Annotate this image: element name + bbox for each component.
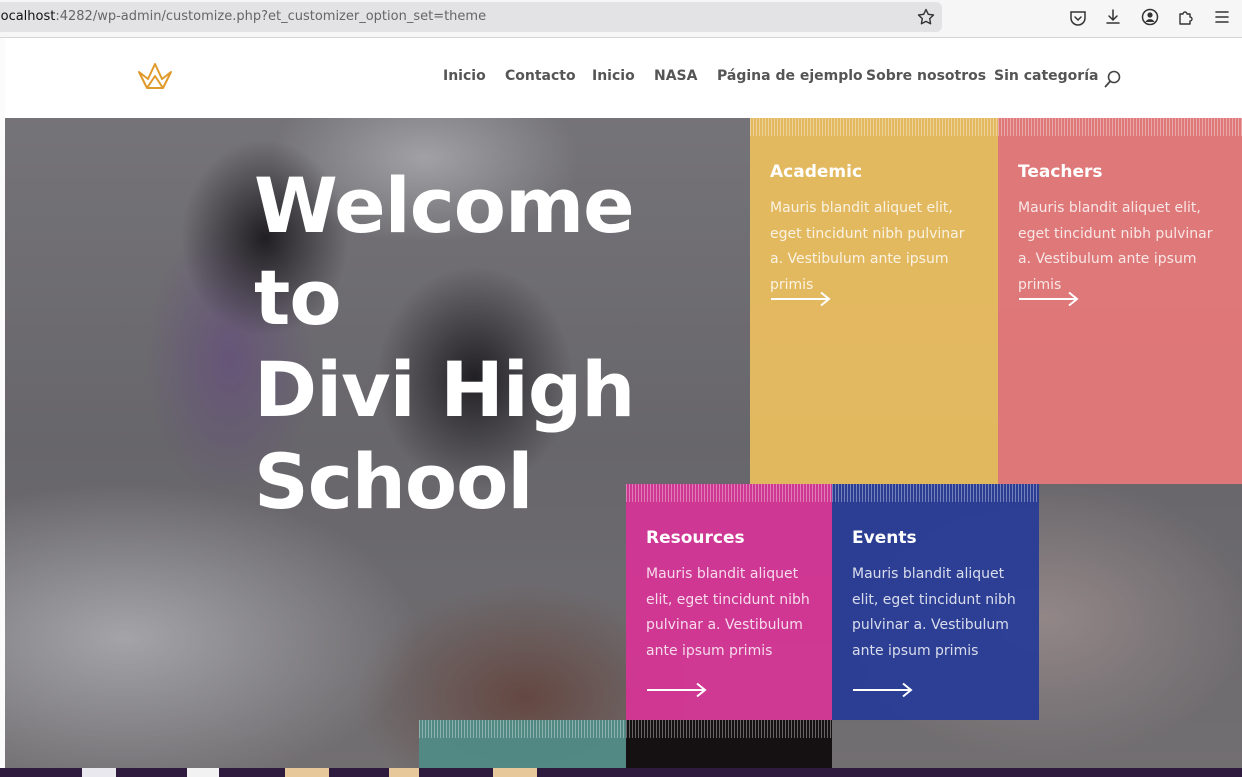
- card-title: Events: [852, 528, 917, 548]
- hero-title-line-2: Divi High: [254, 345, 635, 434]
- taskbar-thumbnail[interactable]: [82, 768, 116, 777]
- card-text: Mauris blandit aliquet elit, eget tincid…: [1018, 200, 1213, 293]
- crown-logo[interactable]: [137, 60, 173, 94]
- hero-section: Welcome to Divi High School Academic Mau…: [5, 118, 1242, 768]
- url-path: :4282/wp-admin/customize.php?et_customiz…: [55, 9, 487, 24]
- card-teachers[interactable]: Teachers Mauris blandit aliquet elit, eg…: [998, 118, 1242, 484]
- url-text: localhost:4282/wp-admin/customize.php?et…: [0, 2, 486, 32]
- star-icon[interactable]: [916, 7, 936, 27]
- menu-icon[interactable]: [1212, 7, 1232, 27]
- nav-item-inicio[interactable]: Inicio: [443, 68, 486, 84]
- arrow-right-icon[interactable]: [770, 291, 832, 307]
- arrow-right-icon[interactable]: [646, 682, 708, 698]
- url-host: localhost: [0, 9, 56, 24]
- pocket-icon[interactable]: [1068, 8, 1088, 28]
- nav-item-sobre-nosotros[interactable]: Sobre nosotros: [866, 68, 986, 84]
- taskbar-thumbnail[interactable]: [493, 768, 537, 777]
- hero-title: Welcome to Divi High School: [254, 160, 734, 528]
- site-header: Inicio Contacto Inicio NASA Página de ej…: [5, 38, 1242, 118]
- card-academic[interactable]: Academic Mauris blandit aliquet elit, eg…: [750, 118, 998, 484]
- search-icon[interactable]: [1103, 69, 1123, 89]
- hero-title-line-1: Welcome to: [254, 161, 635, 342]
- download-icon[interactable]: [1103, 7, 1123, 27]
- account-icon[interactable]: [1140, 7, 1160, 27]
- card-text: Mauris blandit aliquet elit, eget tincid…: [852, 566, 1016, 659]
- nav-item-nasa[interactable]: NASA: [654, 68, 697, 84]
- taskbar-thumbnail[interactable]: [389, 768, 419, 777]
- nav-item-inicio-2[interactable]: Inicio: [592, 68, 635, 84]
- nav-item-pagina-de-ejemplo[interactable]: Página de ejemplo: [717, 68, 863, 84]
- arrow-right-icon[interactable]: [1018, 291, 1080, 307]
- nav-item-contacto[interactable]: Contacto: [505, 68, 576, 84]
- address-bar[interactable]: localhost:4282/wp-admin/customize.php?et…: [0, 2, 942, 32]
- card-partial-teal[interactable]: [419, 720, 626, 768]
- card-resources[interactable]: Resources Mauris blandit aliquet elit, e…: [626, 484, 832, 720]
- taskbar-thumbnail[interactable]: [187, 768, 219, 777]
- card-title: Teachers: [1018, 162, 1103, 182]
- taskbar: [0, 768, 1242, 777]
- taskbar-thumbnail[interactable]: [285, 768, 329, 777]
- card-text: Mauris blandit aliquet elit, eget tincid…: [646, 566, 810, 659]
- nav-item-sin-categoria[interactable]: Sin categoría: [994, 68, 1098, 84]
- arrow-right-icon[interactable]: [852, 682, 914, 698]
- card-events[interactable]: Events Mauris blandit aliquet elit, eget…: [832, 484, 1039, 720]
- card-title: Resources: [646, 528, 745, 548]
- card-title: Academic: [770, 162, 863, 182]
- extensions-icon[interactable]: [1176, 7, 1196, 27]
- card-text: Mauris blandit aliquet elit, eget tincid…: [770, 200, 965, 293]
- card-partial-dark[interactable]: [626, 720, 832, 768]
- browser-toolbar: localhost:4282/wp-admin/customize.php?et…: [0, 0, 1242, 38]
